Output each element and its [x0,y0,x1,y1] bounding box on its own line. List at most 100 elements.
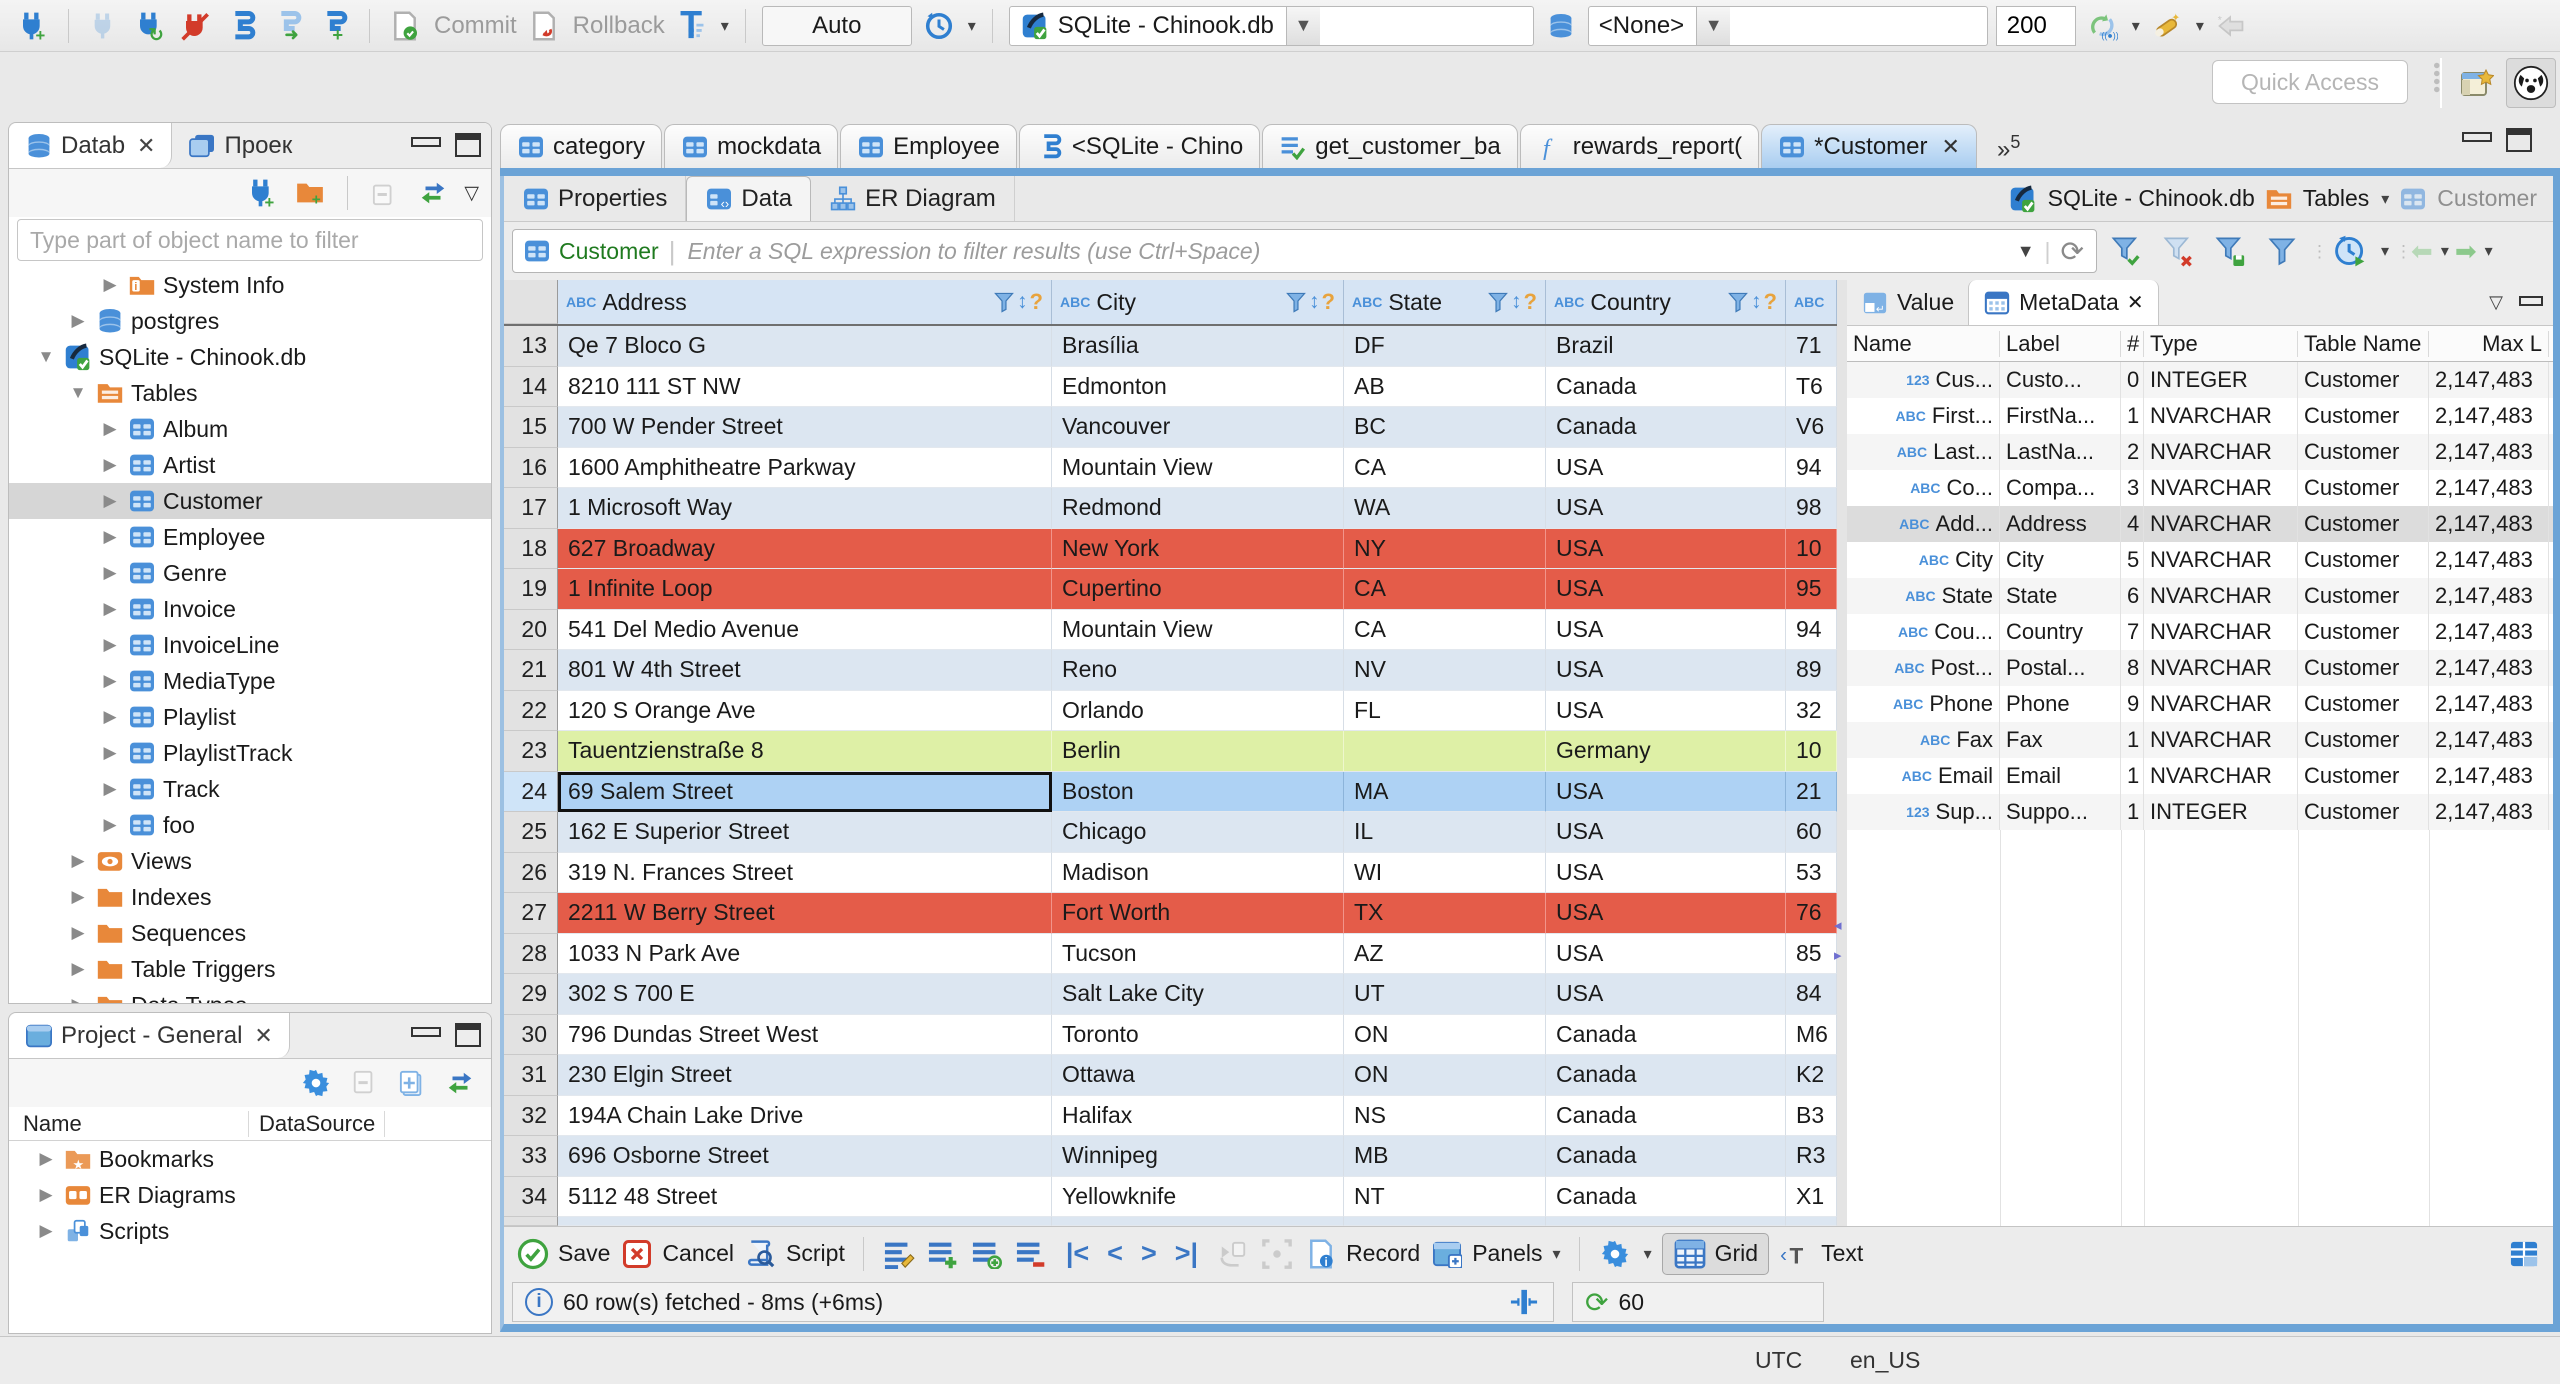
remove-filter-icon[interactable] [2155,229,2201,273]
tree-item-postgres[interactable]: ▶ postgres [9,303,491,339]
grid-cell[interactable]: NV [1344,650,1546,691]
chevron-right-icon[interactable]: ▶ [99,671,121,691]
tab-data[interactable]: ‹› Data [686,176,812,221]
grid-cell[interactable]: Cupertino [1052,569,1344,610]
grid-cell[interactable]: USA [1546,812,1786,853]
chevron-right-icon[interactable]: ▶ [35,1185,57,1205]
last-row-icon[interactable]: >| [1175,1238,1198,1269]
delete-row-icon[interactable] [1014,1237,1048,1271]
panels-button[interactable]: Panels ▾ [1430,1237,1561,1271]
editor-tab--sqlite-chino[interactable]: <SQLite - Chino [1018,124,1261,168]
tab-metadata[interactable]: MetaData ✕ [1968,280,2159,325]
filter-funnel-icon[interactable] [1727,291,1749,313]
grid-cell[interactable]: 2211 W Berry Street [558,893,1052,934]
meta-column-name[interactable]: Name [1847,330,2000,357]
filter-history-caret[interactable]: ▼ [2017,241,2035,262]
grid-cell[interactable]: NS [1344,1095,1546,1136]
collapse-item-icon[interactable] [345,1064,383,1102]
chevron-right-icon[interactable]: ▶ [99,707,121,727]
sort-icon[interactable]: ↕ [1309,290,1320,314]
auto-refresh-caret[interactable]: ▾ [2381,241,2389,261]
close-icon[interactable]: ✕ [1942,134,1960,160]
grid-cell[interactable]: 95 [1786,569,1837,610]
grid-cell[interactable]: BC [1344,407,1546,448]
tab-overflow-indicator[interactable]: »5 [1997,132,2020,164]
tree-item-views[interactable]: ▶ Views [9,843,491,879]
chevron-right-icon[interactable]: ▶ [99,275,121,295]
grid-cell[interactable]: Mountain View [1052,609,1344,650]
grid-cell[interactable]: Canada [1546,1055,1786,1096]
grid-cell[interactable]: 21 [1786,771,1837,812]
grid-cell[interactable]: 94 [1786,447,1837,488]
grid-cell[interactable]: NY [1344,528,1546,569]
metadata-row[interactable]: 123 Cus... Custo... 0 INTEGER Customer 2,147,4… [1847,362,2553,398]
grid-cell[interactable]: 194A Chain Lake Drive [558,1095,1052,1136]
chevron-down-icon[interactable]: ▼ [35,347,57,367]
breadcrumb-entity[interactable]: Customer [2437,185,2537,212]
grid-cell[interactable]: 53 [1786,852,1837,893]
grid-cell[interactable]: 1 Microsoft Way [558,488,1052,529]
row-number[interactable]: 20 [504,609,558,650]
grid-cell[interactable]: Chicago [1052,812,1344,853]
grid-cell[interactable]: V6 [1786,407,1837,448]
cancel-button[interactable]: Cancel [620,1237,734,1271]
metadata-row[interactable]: ABC Phone Phone 9 NVARCHAR Customer 2,147,483 [1847,686,2553,722]
open-perspective-icon[interactable] [2452,58,2502,108]
row-number[interactable]: 13 [504,326,558,367]
meta-column-type[interactable]: Type [2144,330,2298,357]
grid-cell[interactable]: DF [1344,326,1546,367]
grid-cell[interactable]: Tauentzienstraße 8 [558,731,1052,772]
chevron-right-icon[interactable]: ▶ [99,599,121,619]
grid-cell[interactable]: Winnipeg [1052,1136,1344,1177]
grid-cell[interactable]: Toronto [1052,1014,1344,1055]
chevron-right-icon[interactable]: ▶ [99,779,121,799]
grid-cell[interactable]: 1033 N Park Ave [558,933,1052,974]
goto-row-icon[interactable] [1216,1237,1250,1271]
row-number[interactable]: 22 [504,690,558,731]
connect-icon[interactable] [85,7,123,45]
maximize-icon[interactable] [2506,128,2532,152]
sort-icon[interactable]: ↕ [1017,290,1028,314]
text-view-button[interactable]: ‹ T Text [1779,1237,1863,1271]
row-number[interactable]: 25 [504,812,558,853]
project-col-name[interactable]: Name [9,1110,249,1137]
chevron-right-icon[interactable]: ▶ [67,311,89,331]
row-number[interactable]: 24 [504,771,558,812]
grid-cell[interactable]: X1 [1786,1176,1837,1217]
rollback-label[interactable]: Rollback [573,12,665,40]
grid-cell[interactable]: New York [1052,528,1344,569]
transaction-mode-icon[interactable] [673,7,711,45]
reconnect-icon[interactable]: ↻ [131,7,169,45]
nav-new-folder-icon[interactable]: + [291,174,329,212]
tree-item-system-info[interactable]: ▶ i System Info [9,267,491,303]
grid-cell[interactable]: 98 [1786,488,1837,529]
tree-item-indexes[interactable]: ▶ Indexes [9,879,491,915]
tree-item-sqlite-chinook-db[interactable]: ▼ SQLite - Chinook.db [9,339,491,375]
grid-cell[interactable]: Canada [1546,366,1786,407]
panel-splitter[interactable]: ◂ ▸ [1834,280,1847,1226]
grid-cell[interactable]: 10 [1786,528,1837,569]
tree-item-sequences[interactable]: ▶ Sequences [9,915,491,951]
new-sql-script-icon[interactable]: + [315,7,353,45]
grid-cell[interactable]: USA [1546,488,1786,529]
close-icon[interactable]: ✕ [2127,290,2144,315]
grid-cell[interactable]: Yellowknife [1052,1176,1344,1217]
filter-funnel-icon[interactable] [993,291,1015,313]
script-button[interactable]: Script [744,1237,845,1271]
grid-cell[interactable]: 302 S 700 E [558,974,1052,1015]
metadata-row[interactable]: ABC Add... Address 4 NVARCHAR Customer 2,147,4… [1847,506,2553,542]
column-hint-icon[interactable]: ? [1764,289,1777,315]
grid-cell[interactable]: Vancouver [1052,407,1344,448]
disconnect-icon[interactable] [177,7,215,45]
grid-cell[interactable]: 627 Broadway [558,528,1052,569]
commit-icon[interactable] [386,7,424,45]
filter-funnel-icon[interactable] [1285,291,1307,313]
back-icon[interactable]: * [2212,7,2250,45]
row-number[interactable]: 30 [504,1014,558,1055]
grid-cell[interactable]: UT [1344,974,1546,1015]
grid-cell[interactable]: 696 Osborne Street [558,1136,1052,1177]
metadata-row[interactable]: 123 Sup... Suppo... 1 INTEGER Customer 2,147,4… [1847,794,2553,830]
refresh-count-box[interactable]: ⟳ 60 [1572,1282,1824,1322]
grid-cell[interactable]: AB [1344,366,1546,407]
metadata-row[interactable]: ABC Cou... Country 7 NVARCHAR Customer 2,147,4… [1847,614,2553,650]
